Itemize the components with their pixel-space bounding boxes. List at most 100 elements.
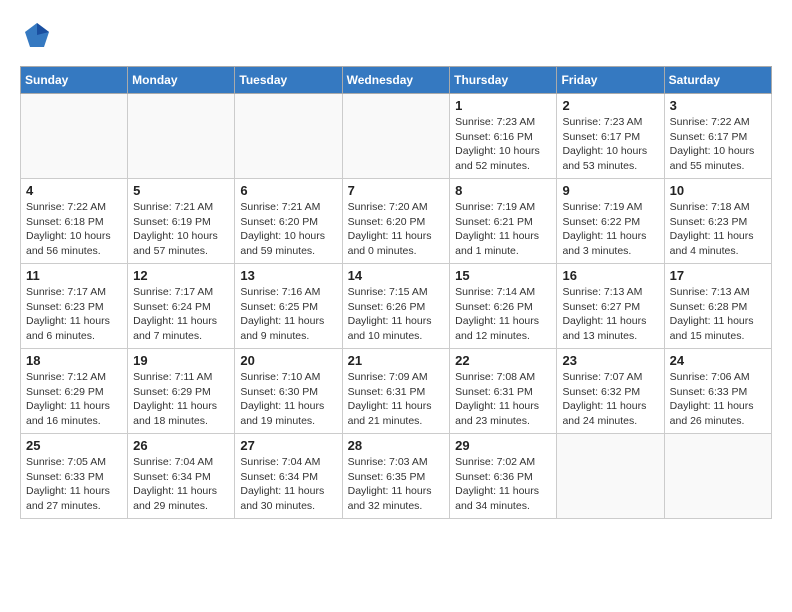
day-info: Sunrise: 7:04 AM Sunset: 6:34 PM Dayligh… [240, 455, 336, 514]
day-info: Sunrise: 7:04 AM Sunset: 6:34 PM Dayligh… [133, 455, 229, 514]
calendar-cell [664, 434, 771, 519]
day-header-wednesday: Wednesday [342, 67, 450, 94]
calendar-cell: 24 Sunrise: 7:06 AM Sunset: 6:33 PM Dayli… [664, 349, 771, 434]
logo [20, 20, 54, 56]
day-number: 14 [348, 268, 445, 283]
day-info: Sunrise: 7:17 AM Sunset: 6:23 PM Dayligh… [26, 285, 122, 344]
calendar-cell: 9 Sunrise: 7:19 AM Sunset: 6:22 PM Daylig… [557, 179, 664, 264]
day-number: 1 [455, 98, 551, 113]
day-number: 7 [348, 183, 445, 198]
calendar-week-0: 1Sunrise: 7:23 AM Sunset: 6:16 PM Daylig… [21, 94, 772, 179]
day-info: Sunrise: 7:22 AM Sunset: 6:18 PM Dayligh… [26, 200, 122, 259]
calendar-cell [128, 94, 235, 179]
day-number: 25 [26, 438, 122, 453]
calendar-cell: 8 Sunrise: 7:19 AM Sunset: 6:21 PM Daylig… [450, 179, 557, 264]
calendar-cell: 19 Sunrise: 7:11 AM Sunset: 6:29 PM Dayli… [128, 349, 235, 434]
day-number: 21 [348, 353, 445, 368]
day-info: Sunrise: 7:19 AM Sunset: 6:22 PM Dayligh… [562, 200, 658, 259]
calendar-week-1: 4 Sunrise: 7:22 AM Sunset: 6:18 PM Daylig… [21, 179, 772, 264]
calendar-cell: 4 Sunrise: 7:22 AM Sunset: 6:18 PM Daylig… [21, 179, 128, 264]
day-number: 9 [562, 183, 658, 198]
day-number: 27 [240, 438, 336, 453]
day-info: Sunrise: 7:15 AM Sunset: 6:26 PM Dayligh… [348, 285, 445, 344]
calendar-cell: 28Sunrise: 7:03 AM Sunset: 6:35 PM Dayli… [342, 434, 450, 519]
day-info: Sunrise: 7:21 AM Sunset: 6:20 PM Dayligh… [240, 200, 336, 259]
day-info: Sunrise: 7:18 AM Sunset: 6:23 PM Dayligh… [670, 200, 766, 259]
day-number: 13 [240, 268, 336, 283]
day-info: Sunrise: 7:19 AM Sunset: 6:21 PM Dayligh… [455, 200, 551, 259]
day-info: Sunrise: 7:05 AM Sunset: 6:33 PM Dayligh… [26, 455, 122, 514]
day-info: Sunrise: 7:13 AM Sunset: 6:28 PM Dayligh… [670, 285, 766, 344]
day-number: 20 [240, 353, 336, 368]
day-number: 24 [670, 353, 766, 368]
day-number: 29 [455, 438, 551, 453]
day-number: 5 [133, 183, 229, 198]
calendar-week-4: 25 Sunrise: 7:05 AM Sunset: 6:33 PM Dayli… [21, 434, 772, 519]
day-number: 17 [670, 268, 766, 283]
day-header-tuesday: Tuesday [235, 67, 342, 94]
day-number: 2 [562, 98, 658, 113]
calendar-cell: 2 Sunrise: 7:23 AM Sunset: 6:17 PM Daylig… [557, 94, 664, 179]
calendar-week-3: 18 Sunrise: 7:12 AM Sunset: 6:29 PM Dayli… [21, 349, 772, 434]
day-number: 11 [26, 268, 122, 283]
day-number: 18 [26, 353, 122, 368]
day-header-thursday: Thursday [450, 67, 557, 94]
calendar-cell: 3 Sunrise: 7:22 AM Sunset: 6:17 PM Daylig… [664, 94, 771, 179]
day-info: Sunrise: 7:11 AM Sunset: 6:29 PM Dayligh… [133, 370, 229, 429]
day-number: 23 [562, 353, 658, 368]
calendar-cell [342, 94, 450, 179]
day-number: 19 [133, 353, 229, 368]
day-number: 15 [455, 268, 551, 283]
calendar-cell: 25 Sunrise: 7:05 AM Sunset: 6:33 PM Dayli… [21, 434, 128, 519]
day-info: Sunrise: 7:23 AM Sunset: 6:17 PM Dayligh… [562, 115, 658, 174]
calendar-cell: 21 Sunrise: 7:09 AM Sunset: 6:31 PM Dayli… [342, 349, 450, 434]
day-info: Sunrise: 7:14 AM Sunset: 6:26 PM Dayligh… [455, 285, 551, 344]
day-info: Sunrise: 7:03 AM Sunset: 6:35 PM Dayligh… [348, 455, 445, 514]
day-number: 6 [240, 183, 336, 198]
calendar-cell: 15 Sunrise: 7:14 AM Sunset: 6:26 PM Dayli… [450, 264, 557, 349]
day-info: Sunrise: 7:09 AM Sunset: 6:31 PM Dayligh… [348, 370, 445, 429]
day-info: Sunrise: 7:17 AM Sunset: 6:24 PM Dayligh… [133, 285, 229, 344]
day-info: Sunrise: 7:16 AM Sunset: 6:25 PM Dayligh… [240, 285, 336, 344]
day-number: 4 [26, 183, 122, 198]
calendar-cell: 11 Sunrise: 7:17 AM Sunset: 6:23 PM Dayli… [21, 264, 128, 349]
day-number: 12 [133, 268, 229, 283]
day-number: 10 [670, 183, 766, 198]
calendar-cell: 16Sunrise: 7:13 AM Sunset: 6:27 PM Dayli… [557, 264, 664, 349]
calendar-week-2: 11 Sunrise: 7:17 AM Sunset: 6:23 PM Dayli… [21, 264, 772, 349]
day-number: 3 [670, 98, 766, 113]
calendar-cell: 5 Sunrise: 7:21 AM Sunset: 6:19 PM Daylig… [128, 179, 235, 264]
day-header-friday: Friday [557, 67, 664, 94]
day-info: Sunrise: 7:22 AM Sunset: 6:17 PM Dayligh… [670, 115, 766, 174]
calendar-cell: 1Sunrise: 7:23 AM Sunset: 6:16 PM Daylig… [450, 94, 557, 179]
logo-icon [22, 20, 52, 50]
day-info: Sunrise: 7:10 AM Sunset: 6:30 PM Dayligh… [240, 370, 336, 429]
calendar-cell: 13 Sunrise: 7:16 AM Sunset: 6:25 PM Dayli… [235, 264, 342, 349]
day-info: Sunrise: 7:20 AM Sunset: 6:20 PM Dayligh… [348, 200, 445, 259]
calendar-cell [235, 94, 342, 179]
day-info: Sunrise: 7:13 AM Sunset: 6:27 PM Dayligh… [562, 285, 658, 344]
day-info: Sunrise: 7:08 AM Sunset: 6:31 PM Dayligh… [455, 370, 551, 429]
day-number: 22 [455, 353, 551, 368]
calendar-cell: 17 Sunrise: 7:13 AM Sunset: 6:28 PM Dayli… [664, 264, 771, 349]
calendar-header-row: SundayMondayTuesdayWednesdayThursdayFrid… [21, 67, 772, 94]
calendar-cell: 12 Sunrise: 7:17 AM Sunset: 6:24 PM Dayli… [128, 264, 235, 349]
calendar-cell: 18 Sunrise: 7:12 AM Sunset: 6:29 PM Dayli… [21, 349, 128, 434]
day-header-saturday: Saturday [664, 67, 771, 94]
calendar-cell: 7 Sunrise: 7:20 AM Sunset: 6:20 PM Daylig… [342, 179, 450, 264]
day-info: Sunrise: 7:06 AM Sunset: 6:33 PM Dayligh… [670, 370, 766, 429]
day-header-sunday: Sunday [21, 67, 128, 94]
day-number: 8 [455, 183, 551, 198]
day-info: Sunrise: 7:12 AM Sunset: 6:29 PM Dayligh… [26, 370, 122, 429]
calendar-cell: 26 Sunrise: 7:04 AM Sunset: 6:34 PM Dayli… [128, 434, 235, 519]
calendar-cell: 22 Sunrise: 7:08 AM Sunset: 6:31 PM Dayli… [450, 349, 557, 434]
calendar-cell: 29 Sunrise: 7:02 AM Sunset: 6:36 PM Dayli… [450, 434, 557, 519]
calendar-cell: 27 Sunrise: 7:04 AM Sunset: 6:34 PM Dayli… [235, 434, 342, 519]
day-info: Sunrise: 7:02 AM Sunset: 6:36 PM Dayligh… [455, 455, 551, 514]
page-header [20, 20, 772, 56]
day-info: Sunrise: 7:21 AM Sunset: 6:19 PM Dayligh… [133, 200, 229, 259]
day-header-monday: Monday [128, 67, 235, 94]
calendar-table: SundayMondayTuesdayWednesdayThursdayFrid… [20, 66, 772, 519]
day-info: Sunrise: 7:07 AM Sunset: 6:32 PM Dayligh… [562, 370, 658, 429]
day-number: 26 [133, 438, 229, 453]
